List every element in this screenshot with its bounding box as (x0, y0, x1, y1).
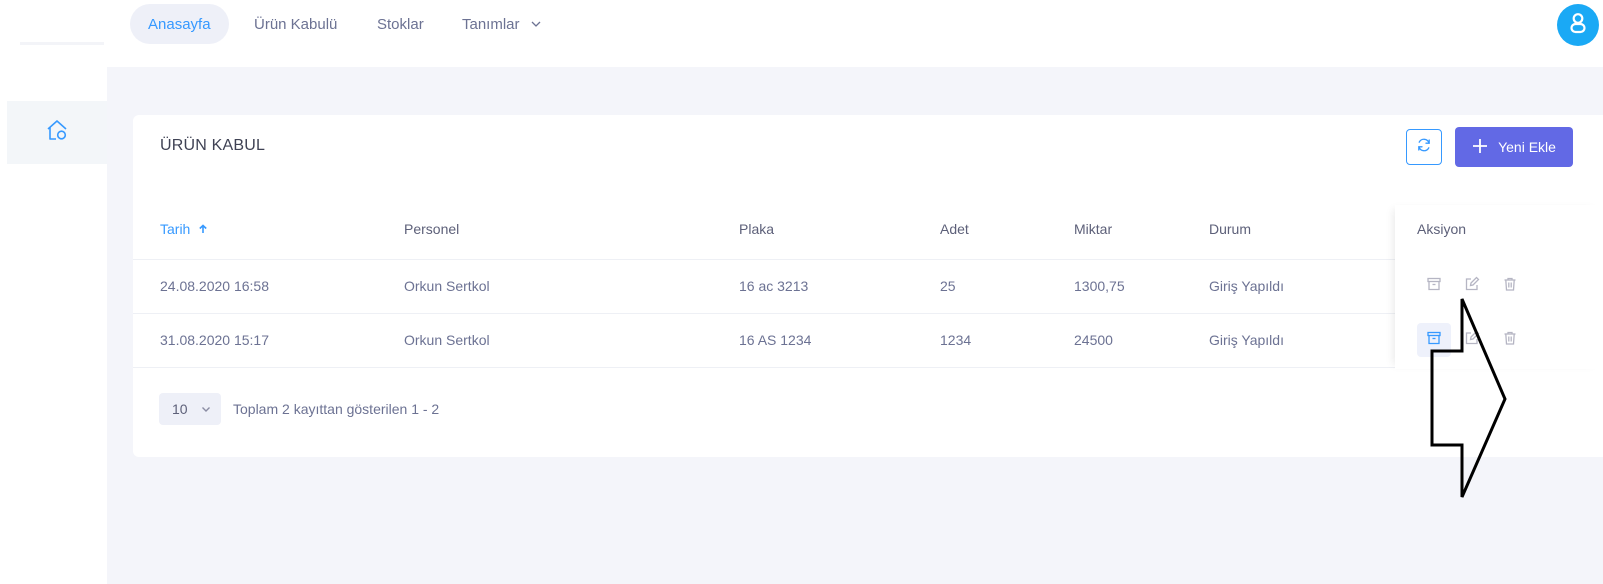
cell-tarih: 31.08.2020 15:17 (160, 332, 269, 348)
table-header: Tarih Personel Plaka Adet Miktar Durum (133, 205, 1603, 259)
main-content: ÜRÜN KABUL Yeni Ekle Tarih Personel Plak… (107, 67, 1603, 584)
cell-miktar: 1300,75 (1074, 278, 1125, 294)
column-header-personel[interactable]: Personel (404, 221, 459, 237)
arrow-up-icon (198, 221, 208, 237)
table-row: 24.08.2020 16:58 Orkun Sertkol 16 ac 321… (133, 259, 1603, 313)
plus-icon (1472, 138, 1488, 157)
nav-tab-label: Anasayfa (148, 15, 211, 33)
chevron-down-icon (201, 401, 211, 417)
page-size-value: 10 (172, 401, 188, 417)
home-icon (45, 118, 69, 147)
edit-icon (1464, 276, 1480, 297)
column-header-aksiyon: Aksiyon (1417, 221, 1467, 237)
cell-personel: Orkun Sertkol (404, 278, 490, 294)
cell-plaka: 16 AS 1234 (739, 332, 812, 348)
cell-durum: Giriş Yapıldı (1209, 332, 1284, 348)
cell-miktar: 24500 (1074, 332, 1113, 348)
card-title: ÜRÜN KABUL (160, 137, 266, 154)
cell-tarih: 24.08.2020 16:58 (160, 278, 269, 294)
user-avatar-button[interactable] (1557, 4, 1599, 46)
nav-tab-label: Stoklar (377, 15, 424, 33)
nav-tab-urun-kabulu[interactable]: Ürün Kabulü (236, 4, 355, 44)
column-header-miktar[interactable]: Miktar (1074, 221, 1112, 237)
cell-durum: Giriş Yapıldı (1209, 278, 1284, 294)
pagination: 10 Toplam 2 kayıttan gösterilen 1 - 2 (159, 393, 439, 425)
table-bottom-border (133, 367, 1603, 368)
annotation-arrow (1430, 298, 1507, 498)
cell-adet: 25 (940, 278, 956, 294)
nav-tab-tanimlar[interactable]: Tanımlar (444, 4, 560, 44)
pagination-info: Toplam 2 kayıttan gösterilen 1 - 2 (233, 401, 440, 417)
cell-personel: Orkun Sertkol (404, 332, 490, 348)
refresh-button[interactable] (1406, 129, 1442, 165)
cell-plaka: 16 ac 3213 (739, 278, 809, 294)
nav-tab-label: Ürün Kabulü (254, 15, 338, 33)
archive-icon (1426, 276, 1442, 297)
chevron-down-icon (530, 18, 542, 30)
cell-adet: 1234 (940, 332, 972, 348)
user-icon (1568, 12, 1588, 39)
trash-icon (1502, 276, 1518, 297)
add-new-label: Yeni Ekle (1498, 139, 1556, 155)
nav-tab-stoklar[interactable]: Stoklar (359, 4, 442, 44)
column-header-durum[interactable]: Durum (1209, 221, 1251, 237)
nav-tab-label: Tanımlar (462, 15, 520, 33)
column-header-tarih[interactable]: Tarih (160, 221, 208, 237)
add-new-button[interactable]: Yeni Ekle (1455, 127, 1573, 167)
brand-placeholder (20, 42, 104, 45)
top-header: Anasayfa Ürün Kabulü Stoklar Tanımlar (107, 0, 1603, 67)
column-header-adet[interactable]: Adet (940, 221, 969, 237)
column-header-plaka[interactable]: Plaka (739, 221, 774, 237)
page-size-select[interactable]: 10 (159, 393, 221, 425)
refresh-icon (1416, 137, 1432, 158)
sidebar-item-home[interactable] (7, 101, 107, 164)
table-row: 31.08.2020 15:17 Orkun Sertkol 16 AS 123… (133, 313, 1603, 367)
urun-kabul-card: ÜRÜN KABUL Yeni Ekle Tarih Personel Plak… (133, 115, 1603, 457)
sidebar (0, 0, 107, 584)
nav-tab-anasayfa[interactable]: Anasayfa (130, 4, 229, 44)
